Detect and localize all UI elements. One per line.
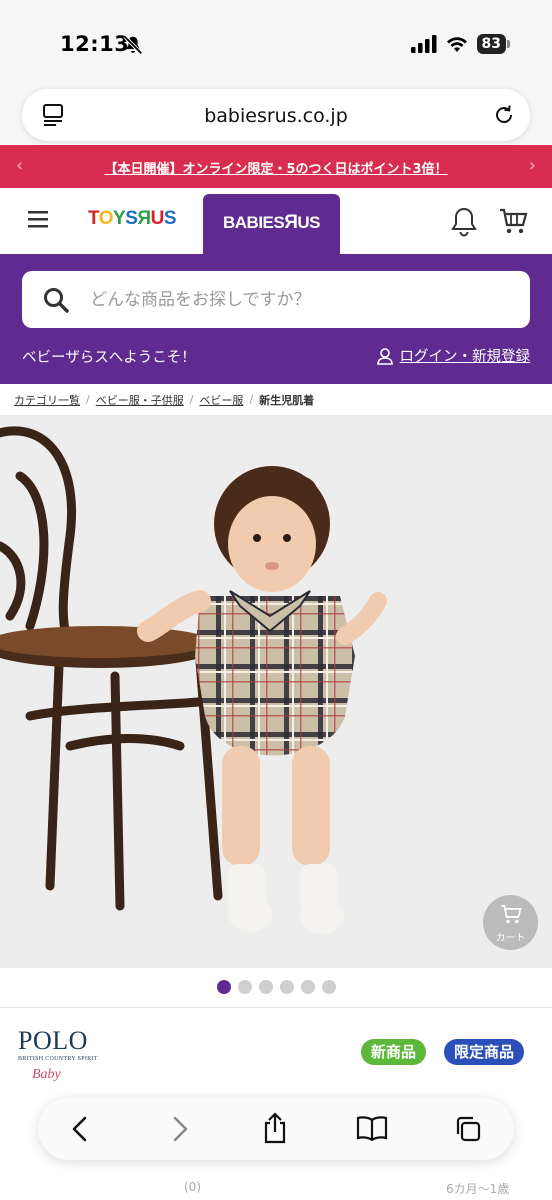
carousel-dot[interactable]	[300, 980, 315, 994]
limited-product-badge: 限定商品	[444, 1039, 525, 1065]
site-header: TOYSЯUS BABIESЯUS	[0, 188, 552, 254]
promo-text[interactable]: 【本日開催】オンライン限定・5のつく日はポイント3倍！	[0, 158, 552, 177]
hamburger-menu-icon[interactable]	[28, 210, 48, 228]
carousel-dot[interactable]	[279, 980, 294, 994]
reload-icon[interactable]	[492, 103, 516, 127]
notification-bell-icon[interactable]	[450, 206, 478, 238]
babiesrus-logo: BABIESЯUS	[222, 212, 321, 233]
url-text[interactable]: babiesrus.co.jp	[22, 105, 530, 127]
babiesrus-tab[interactable]: BABIESЯUS	[203, 194, 340, 254]
user-icon	[376, 347, 393, 365]
carousel-dot[interactable]	[258, 980, 273, 994]
age-range: 6カ月〜1歳	[446, 1182, 510, 1196]
browser-chrome: babiesrus.co.jp	[0, 84, 552, 144]
status-indicators: 83	[410, 34, 511, 54]
battery-indicator: 83	[476, 34, 511, 54]
breadcrumb-separator: /	[86, 393, 90, 406]
tabs-icon[interactable]	[454, 1115, 482, 1143]
rating-count: (0)	[184, 1180, 201, 1194]
search-box[interactable]	[22, 271, 530, 328]
carousel-dot[interactable]	[216, 980, 231, 994]
cart-icon[interactable]	[498, 206, 528, 236]
breadcrumb-separator: /	[249, 393, 254, 406]
breadcrumb-link[interactable]: ベビー服	[199, 392, 243, 408]
status-bar: 12:13 83	[0, 0, 552, 84]
browser-toolbar	[38, 1098, 514, 1160]
search-icon	[44, 288, 69, 313]
toysrus-logo[interactable]: TOYSЯUS	[88, 208, 177, 230]
login-label[interactable]: ログイン・新規登録	[400, 345, 531, 366]
search-input[interactable]	[90, 271, 510, 328]
breadcrumb-link[interactable]: カテゴリ一覧	[14, 392, 80, 408]
carousel-dots	[0, 980, 552, 996]
brand-sub: Baby	[32, 1067, 61, 1082]
breadcrumb-separator: /	[189, 393, 194, 406]
breadcrumb-current: 新生児肌着	[259, 393, 315, 407]
divider	[0, 1007, 552, 1008]
cart-icon	[501, 905, 522, 924]
floating-cart-label: カート	[495, 933, 526, 944]
status-time: 12:13	[60, 32, 130, 56]
breadcrumb-link[interactable]: ベビー服・子供服	[96, 392, 184, 408]
welcome-text: ベビーザらスへようこそ！	[22, 350, 196, 366]
search-section: ベビーザらスへようこそ！ ログイン・新規登録	[0, 254, 552, 384]
product-image[interactable]	[0, 416, 552, 968]
promo-banner[interactable]: ‹ 【本日開催】オンライン限定・5のつく日はポイント3倍！ ›	[0, 145, 552, 188]
login-link[interactable]: ログイン・新規登録	[376, 345, 531, 366]
forward-icon[interactable]	[170, 1115, 190, 1143]
url-bar[interactable]: babiesrus.co.jp	[22, 89, 530, 141]
brand-tagline: BRITISH COUNTRY SPIRIT	[18, 1056, 98, 1062]
share-icon[interactable]	[262, 1112, 288, 1144]
wifi-icon	[446, 37, 467, 52]
carousel-dot[interactable]	[321, 980, 336, 994]
bookmarks-icon[interactable]	[356, 1115, 388, 1141]
new-product-badge: 新商品	[361, 1039, 427, 1065]
cellular-signal-icon	[410, 35, 437, 53]
back-icon[interactable]	[70, 1115, 90, 1143]
promo-next-arrow[interactable]: ›	[529, 155, 536, 176]
brand-logo[interactable]: POLO	[18, 1026, 88, 1056]
product-photo-illustration	[0, 426, 387, 934]
breadcrumb: カテゴリ一覧 / ベビー服・子供服 / ベビー服 / 新生児肌着	[0, 384, 552, 416]
bell-off-icon	[123, 35, 143, 55]
floating-cart-button[interactable]: カート	[483, 895, 538, 950]
carousel-dot[interactable]	[237, 980, 252, 994]
